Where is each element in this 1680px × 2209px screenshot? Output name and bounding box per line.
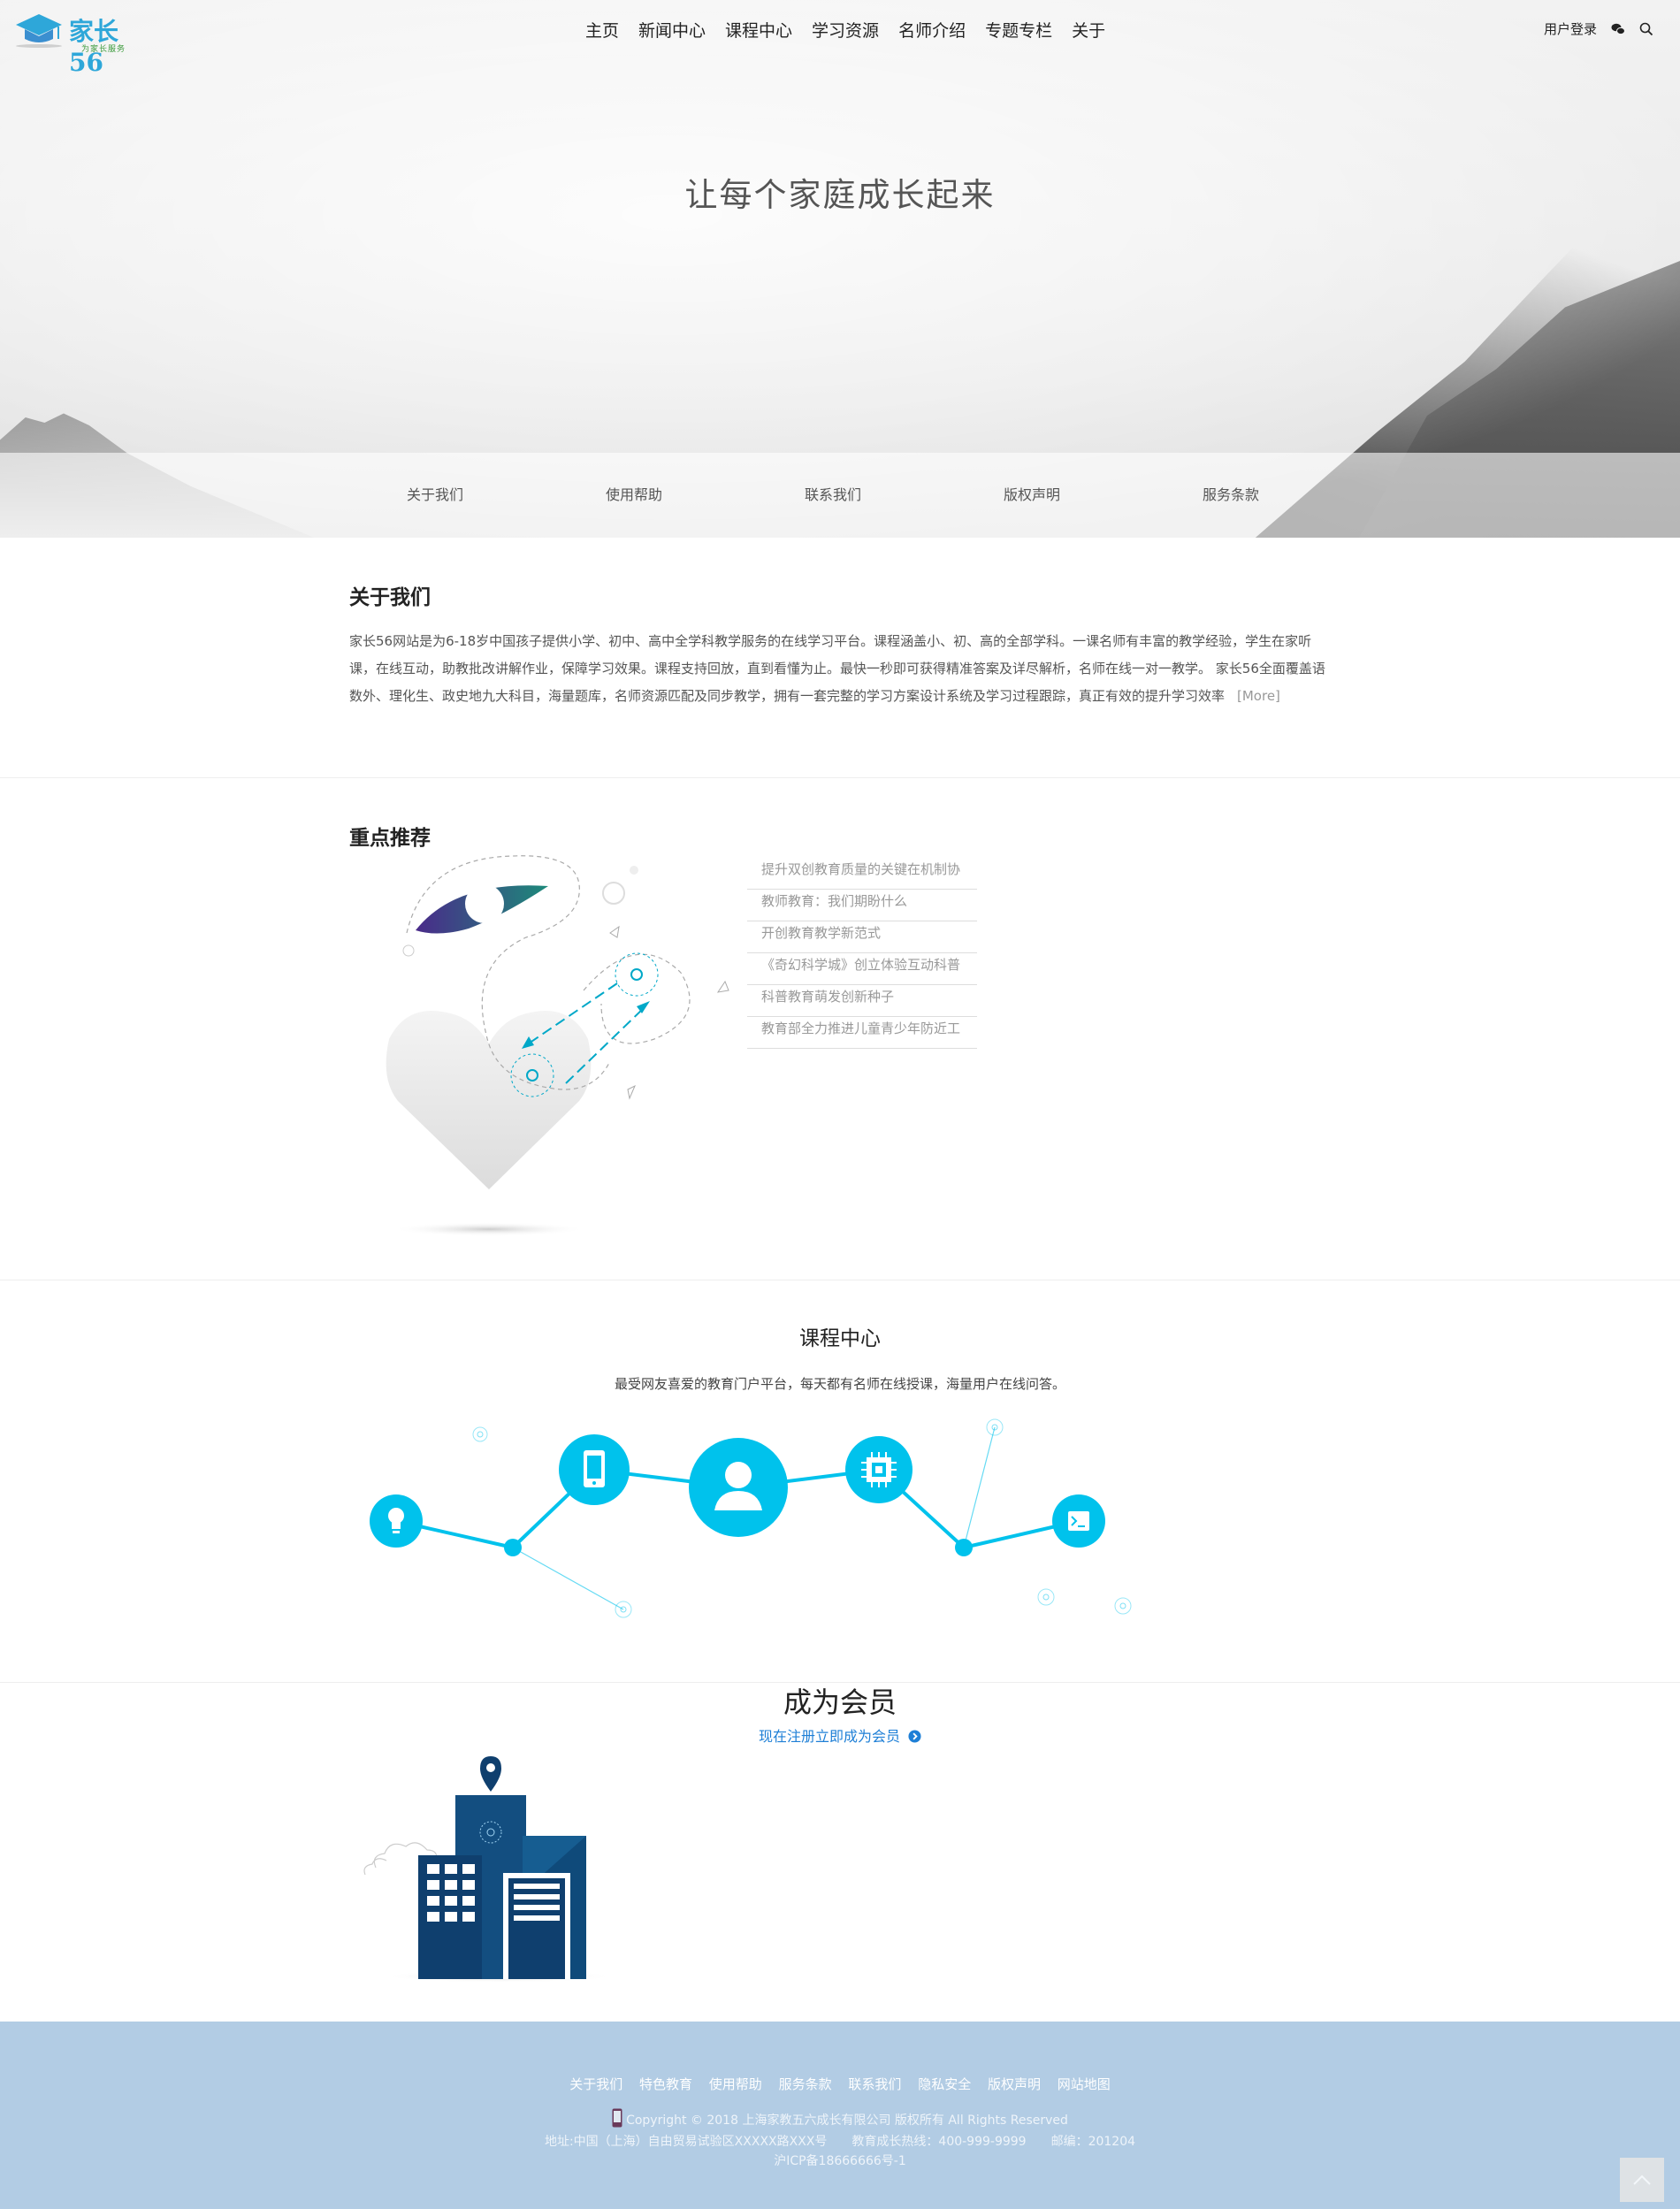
footer-link-features[interactable]: 特色教育 (639, 2076, 692, 2092)
footer-link-terms[interactable]: 服务条款 (779, 2076, 832, 2092)
about-title: 关于我们 (349, 586, 431, 609)
list-item[interactable]: 开创教育教学新范式 (747, 921, 977, 953)
nav-item-topics[interactable]: 专题专栏 (985, 18, 1052, 42)
search-icon[interactable] (1639, 22, 1653, 36)
user-icon[interactable] (689, 1438, 788, 1537)
footer-icp: 沪ICP备18666666号-1 (774, 2154, 906, 2168)
footer-info: Copyright © 2018 上海家教五六成长有限公司 版权所有 All R… (0, 2108, 1680, 2171)
hero-banner: 家长56 为家长服务 主页 新闻中心 课程中心 学习资源 名师介绍 专题专栏 关… (0, 0, 1680, 538)
login-link[interactable]: 用户登录 (1544, 19, 1597, 38)
chip-icon[interactable] (845, 1436, 913, 1503)
page: 家长56 为家长服务 主页 新闻中心 课程中心 学习资源 名师介绍 专题专栏 关… (0, 0, 1680, 2209)
footer-link-help[interactable]: 使用帮助 (709, 2076, 762, 2092)
footer-link-about[interactable]: 关于我们 (569, 2076, 622, 2092)
join-member-text: 现在注册立即成为会员 (758, 1728, 900, 1745)
back-to-top-icon (1633, 2175, 1651, 2185)
hero-title: 让每个家庭成长起来 (684, 176, 996, 214)
nav-item-teachers[interactable]: 名师介绍 (898, 18, 966, 42)
list-item[interactable]: 教育部全力推进儿童青少年防近工 (747, 1017, 977, 1049)
courses-subtitle: 最受网友喜爱的教育门户平台，每天都有名师在线授课，海量用户在线问答。 (614, 1376, 1065, 1392)
lightbulb-icon[interactable] (370, 1494, 423, 1548)
header-tools: 用户登录 (1544, 19, 1653, 38)
footer-copyright: Copyright © 2018 上海家教五六成长有限公司 版权所有 All R… (626, 2113, 1068, 2128)
back-to-top-button[interactable] (1620, 2158, 1664, 2202)
subnav-item-about[interactable]: 关于我们 (407, 483, 463, 504)
about-more-link[interactable]: [More] (1237, 688, 1280, 704)
list-item[interactable]: 教师教育：我们期盼什么 (747, 890, 977, 921)
top-bar: 家长56 为家长服务 主页 新闻中心 课程中心 学习资源 名师介绍 专题专栏 关… (0, 0, 1680, 77)
sub-nav: 关于我们 使用帮助 联系我们 版权声明 服务条款 (0, 453, 1680, 538)
wechat-icon[interactable] (1611, 23, 1625, 35)
list-item[interactable]: 科普教育萌发创新种子 (747, 985, 977, 1017)
list-item[interactable]: 《奇幻科学城》创立体验互动科普 (747, 953, 977, 985)
footer-address: 地址:中国（上海）自由贸易试验区XXXXX路XXX号 教育成长热线：400-99… (544, 2135, 1136, 2149)
member-building-illustration (363, 1756, 615, 1983)
about-text: 家长56网站是为6-18岁中国孩子提供小学、初中、高中全学科教学服务的在线学习平… (349, 633, 1325, 704)
section-divider (0, 777, 1680, 778)
arrow-circle-right-icon (908, 1730, 921, 1743)
footer-links: 关于我们 特色教育 使用帮助 服务条款 联系我们 隐私安全 版权声明 网站地图 (0, 2075, 1680, 2093)
site-logo[interactable]: 家长56 为家长服务 (12, 9, 145, 77)
nav-item-about[interactable]: 关于 (1072, 18, 1105, 42)
recommend-title: 重点推荐 (349, 827, 431, 850)
courses-network-graphic (370, 1418, 1132, 1618)
footer-link-privacy[interactable]: 隐私安全 (918, 2076, 971, 2092)
nav-item-news[interactable]: 新闻中心 (638, 18, 706, 42)
subnav-item-terms[interactable]: 服务条款 (1203, 483, 1259, 504)
recommend-list: 提升双创教育质量的关键在机制协 教师教育：我们期盼什么 开创教育教学新范式 《奇… (747, 858, 977, 1049)
subnav-item-contact[interactable]: 联系我们 (805, 483, 861, 504)
recommend-illustration (386, 855, 729, 1236)
logo-slogan: 为家长服务 (81, 45, 126, 54)
footer-link-sitemap[interactable]: 网站地图 (1058, 2076, 1111, 2092)
mobile-phone-icon[interactable] (612, 2108, 622, 2128)
mobile-phone-icon[interactable] (559, 1434, 630, 1505)
member-link-row: 现在注册立即成为会员 (0, 1724, 1680, 1746)
footer-copyright-row: Copyright © 2018 上海家教五六成长有限公司 版权所有 All R… (0, 2108, 1680, 2132)
list-item[interactable]: 提升双创教育质量的关键在机制协 (747, 858, 977, 890)
main-nav: 主页 新闻中心 课程中心 学习资源 名师介绍 专题专栏 关于 (585, 18, 1125, 42)
join-member-link[interactable]: 现在注册立即成为会员 (759, 1728, 921, 1745)
courses-title: 课程中心 (799, 1327, 881, 1350)
logo-cap-icon (16, 14, 62, 48)
footer-link-copyright[interactable]: 版权声明 (988, 2076, 1041, 2092)
terminal-icon[interactable] (1052, 1494, 1105, 1548)
about-text-block: 家长56网站是为6-18岁中国孩子提供小学、初中、高中全学科教学服务的在线学习平… (349, 628, 1331, 710)
subnav-item-help[interactable]: 使用帮助 (606, 483, 662, 504)
nav-item-home[interactable]: 主页 (585, 18, 619, 42)
footer: 关于我们 特色教育 使用帮助 服务条款 联系我们 隐私安全 版权声明 网站地图 … (0, 2022, 1680, 2209)
subnav-item-copyright[interactable]: 版权声明 (1004, 483, 1060, 504)
footer-link-contact[interactable]: 联系我们 (848, 2076, 901, 2092)
member-title: 成为会员 (783, 1685, 897, 1719)
nav-item-courses[interactable]: 课程中心 (725, 18, 792, 42)
nav-item-resources[interactable]: 学习资源 (812, 18, 879, 42)
